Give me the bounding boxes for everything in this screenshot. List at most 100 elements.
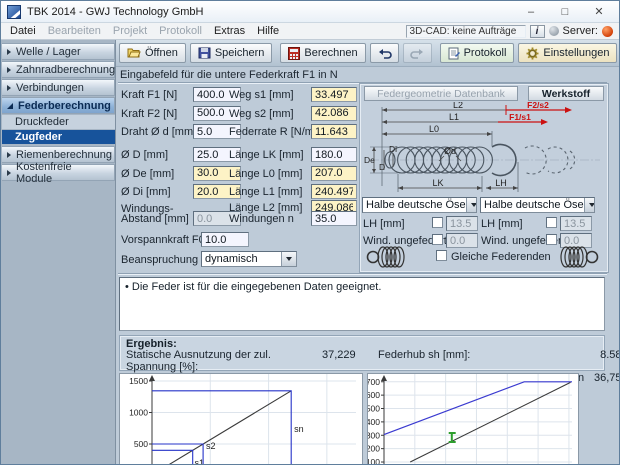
window-title: TBK 2014 - GWJ Technology GmbH [27,6,511,18]
winding-spacing-label-2: Abstand [mm] [121,213,189,225]
svg-text:s2: s2 [206,441,216,451]
result-panel: Ergebnis: Statische Ausnutzung der zul. … [119,335,605,371]
geometry-database-button: Federgeometrie Datenbank [364,86,518,101]
protocol-button[interactable]: Protokoll [440,43,515,63]
svg-text:Ød: Ød [444,146,456,156]
undo-button[interactable] [370,43,399,63]
chevron-down-icon [281,252,296,266]
svg-text:F2/s2: F2/s2 [527,102,549,110]
maximize-icon[interactable]: □ [551,2,579,22]
laenge-lk-input[interactable] [311,147,357,162]
svg-text:D: D [379,162,385,172]
svg-text:L1: L1 [449,112,459,122]
beanspruchung-select[interactable]: dynamisch [201,251,297,267]
chevron-down-icon [584,198,595,212]
settings-button[interactable]: Einstellungen [518,43,617,63]
redo-button [403,43,432,63]
menu-hilfe[interactable]: Hilfe [251,24,285,38]
calculate-button[interactable]: Berechnen [280,43,365,63]
lh-left-checkbox[interactable] [432,217,443,228]
sidebar-item-druckfeder[interactable]: Druckfeder [2,115,115,129]
menu-extras[interactable]: Extras [208,24,251,38]
windungen-label: Windungen n [229,213,294,225]
gleiche-federenden-label: Gleiche Federenden [451,251,551,263]
werkstoff-button[interactable]: Werkstoff [528,86,604,101]
lh-right-checkbox[interactable] [546,217,557,228]
main-panel: Öffnen Speichern Berechnen Protokoll Ein… [116,40,619,464]
form-row: Ø Di [mm] Länge L1 [mm] [119,184,359,199]
gear-icon [526,47,539,60]
sidebar-item-zahnradberechnung[interactable]: Zahnradberechnung [2,61,115,78]
menu-bar: Datei Bearbeiten Projekt Protokoll Extra… [1,23,619,40]
weg-s2-output [311,106,357,121]
svg-text:600: 600 [368,390,380,400]
open-button[interactable]: Öffnen [119,43,186,63]
form-row: Ø De [mm] Länge L0 [mm] [119,166,359,181]
vorspannkraft-input[interactable] [201,232,249,247]
left-spring-end-icon [365,244,409,270]
floppy-disk-icon [198,47,211,59]
form-row: Kraft F1 [N] Weg s1 [mm] [119,87,359,102]
sidebar-item-welle-lager[interactable]: Welle / Lager [2,43,115,60]
svg-text:1000: 1000 [129,407,148,417]
wind-ungefedert-left-checkbox[interactable] [432,234,443,245]
result-value: 37,229 [322,350,378,373]
minimize-icon[interactable]: – [517,2,545,22]
sidebar-item-zugfeder[interactable]: Zugfeder [2,130,115,144]
weg-s1-output [311,87,357,102]
form-row: Ø D [mm] Länge LK [mm] [119,147,359,162]
form-row: Kraft F2 [N] Weg s2 [mm] [119,106,359,121]
force-deflection-chart: 50010001500s1s2sn [119,373,363,465]
svg-text:500: 500 [368,404,380,414]
chevron-expanded-icon [7,103,13,109]
divider [118,273,607,275]
spring-drawing: L2 F2/s2 L1 F1/s1 L0 [362,102,606,196]
gleiche-federenden-checkbox[interactable] [436,250,447,261]
chevron-right-icon [7,49,11,55]
left-end-type-select[interactable]: Halbe deutsche Öse [362,197,477,213]
redo-arrow-icon [410,48,425,59]
chevron-right-icon [7,152,11,158]
cad-status-field: 3D-CAD: keine Aufträge [406,25,526,38]
svg-text:300: 300 [368,430,380,440]
federrate-output [311,124,357,139]
svg-text:700: 700 [368,377,380,387]
app-icon [7,5,21,19]
module-sidebar: Welle / Lager Zahnradberechnung Verbindu… [1,40,116,464]
sidebar-item-verbindungen[interactable]: Verbindungen [2,79,115,96]
sidebar-item-federberechnung[interactable]: Federberechnung [2,97,115,114]
document-icon [448,47,460,60]
close-icon[interactable]: ✕ [585,2,613,22]
lh-left-input [446,216,478,231]
laenge-l1-output [311,184,357,199]
menu-projekt: Projekt [107,24,153,38]
validation-message-box: • Die Feder ist für die eingegebenen Dat… [119,277,605,331]
calculator-icon [288,47,300,60]
right-end-type-select[interactable]: Halbe deutsche Öse [480,197,595,213]
svg-text:400: 400 [368,417,380,427]
svg-text:sn: sn [294,424,304,434]
svg-text:s1: s1 [195,458,205,465]
save-button[interactable]: Speichern [190,43,273,63]
validation-message: • Die Feder ist für die eingegebenen Dat… [125,281,381,293]
windungen-n-input[interactable] [311,211,357,226]
spring-geometry-panel: Federgeometrie Datenbank Werkstoff L2 F2… [359,83,609,273]
toolbar: Öffnen Speichern Berechnen Protokoll Ein… [116,40,619,67]
right-spring-end-icon [556,244,600,270]
svg-text:200: 200 [368,444,380,454]
beanspruchung-label: Beanspruchung [121,254,198,266]
info-icon[interactable]: i [530,25,545,38]
chevron-right-icon [7,67,11,73]
form-row: Draht Ø d [mm] Federrate R [N/mm] [119,124,359,139]
svg-text:1500: 1500 [129,376,148,386]
server-status-led [602,26,613,37]
sidebar-item-kostenfreie-module[interactable]: Kostenfreie Module [2,164,115,181]
spring-input-form: Kraft F1 [N] Weg s1 [mm] Kraft F2 [N] We… [119,86,359,272]
chevron-right-icon [7,170,11,176]
svg-text:Di: Di [389,144,397,154]
menu-datei[interactable]: Datei [4,24,42,38]
svg-text:100: 100 [368,457,380,465]
svg-text:F1/s1: F1/s1 [509,112,531,122]
input-hint-line: Eingabefeld für die untere Federkraft F1… [120,69,615,82]
wind-ungefedert-left-input [446,233,478,248]
